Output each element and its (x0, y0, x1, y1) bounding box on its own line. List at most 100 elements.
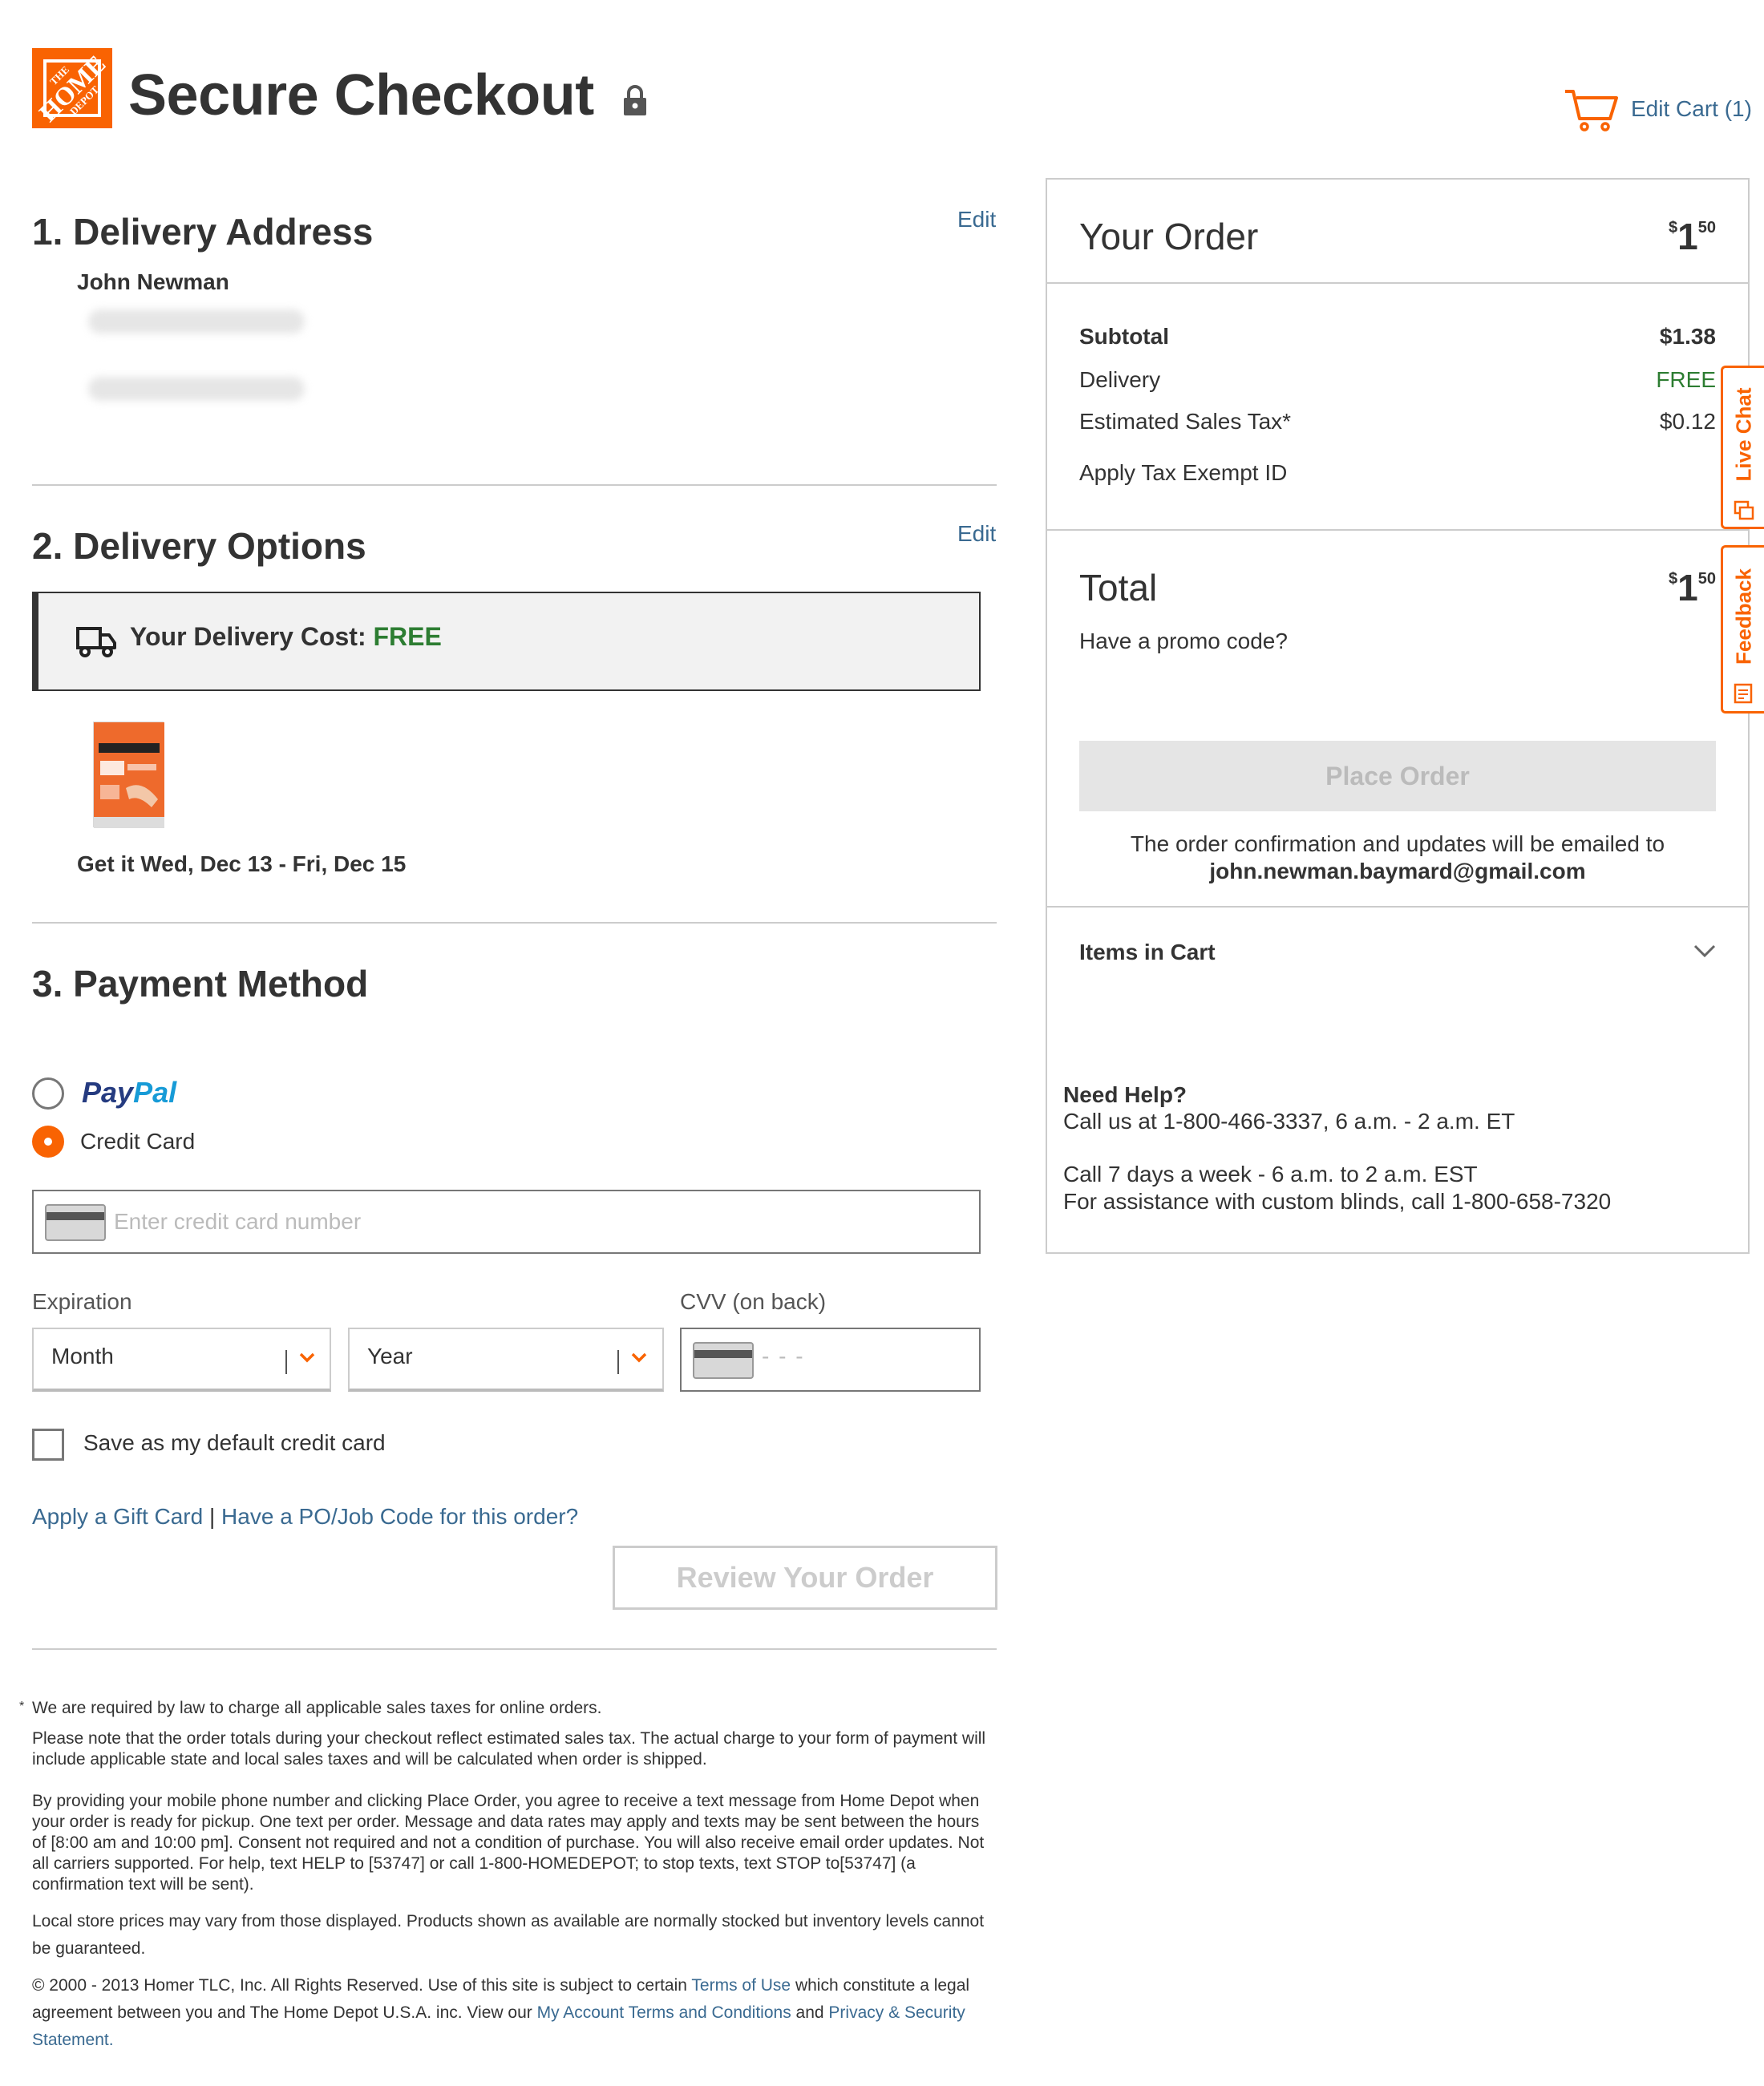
apply-gift-card-link[interactable]: Apply a Gift Card (32, 1504, 203, 1529)
address-line-blurred (88, 309, 305, 334)
po-job-code-link[interactable]: Have a PO/Job Code for this order? (221, 1504, 578, 1529)
price-cents: 50 (1697, 570, 1716, 588)
delivery-label: Delivery (1079, 367, 1161, 392)
payment-extra-links: Apply a Gift Card | Have a PO/Job Code f… (32, 1504, 578, 1530)
edit-cart-label: Edit Cart (1) (1631, 96, 1752, 121)
order-price: $1 50 (1669, 218, 1716, 255)
terms-of-use-link[interactable]: Terms of Use (691, 1976, 791, 1995)
price-currency: $ (1669, 219, 1678, 236)
feedback-form-icon (1734, 683, 1753, 704)
shopping-cart-icon (1565, 90, 1618, 131)
need-help-title: Need Help? (1063, 1082, 1187, 1107)
feedback-label: Feedback (1731, 568, 1755, 665)
paypal-logo: PayPal (82, 1076, 176, 1110)
month-select-value: Month (51, 1344, 114, 1368)
order-summary-panel: Your Order $1 50 Subtotal $1.38 Delivery … (1046, 178, 1750, 1254)
tax-footnote: * We are required by law to charge all a… (19, 1698, 994, 1719)
delivery-cost-box: Your Delivery Cost: FREE (32, 592, 981, 691)
paypal-radio[interactable] (32, 1077, 64, 1110)
address-line-blurred (88, 377, 305, 401)
delivery-value: FREE (1656, 367, 1716, 392)
truck-icon (76, 627, 116, 657)
feedback-tab[interactable]: Feedback (1721, 545, 1764, 714)
tax-footnote-text: We are required by law to charge all app… (32, 1699, 602, 1717)
lock-icon (624, 85, 646, 115)
edit-delivery-link[interactable]: Edit (957, 521, 996, 547)
help-phone-line: Call us at 1-800-466-3337, 6 a.m. - 2 a.… (1063, 1109, 1515, 1134)
review-order-button[interactable]: Review Your Order (613, 1546, 997, 1610)
delivery-address-title: 1. Delivery Address (32, 211, 374, 253)
items-in-cart-toggle[interactable]: Items in Cart (1079, 940, 1216, 965)
chevron-down-icon[interactable] (1692, 941, 1717, 960)
credit-card-icon (45, 1204, 106, 1241)
panel-divider (1047, 282, 1748, 284)
save-default-label: Save as my default credit card (83, 1430, 386, 1455)
product-thumbnail (93, 722, 164, 828)
chevron-down-icon (299, 1352, 315, 1363)
edit-cart-link[interactable]: Edit Cart (1) (1564, 87, 1752, 131)
account-terms-link[interactable]: My Account Terms and Conditions (537, 2003, 791, 2022)
promo-code-link[interactable]: Have a promo code? (1079, 629, 1288, 654)
help-hours-line: Call 7 days a week - 6 a.m. to 2 a.m. ES… (1063, 1162, 1478, 1187)
chevron-down-icon (631, 1352, 647, 1363)
sales-tax-label: Estimated Sales Tax* (1079, 409, 1292, 434)
section-divider (32, 1648, 997, 1650)
delivery-cost-value: FREE (373, 622, 442, 651)
delivery-options-title: 2. Delivery Options (32, 525, 366, 567)
credit-card-placeholder: Enter credit card number (114, 1209, 362, 1234)
credit-card-label: Credit Card (80, 1129, 196, 1154)
cvv-label: CVV (on back) (680, 1289, 827, 1314)
month-select[interactable]: Month (32, 1328, 331, 1392)
sales-tax-value: $0.12 (1659, 409, 1716, 434)
delivery-cost-label: Your Delivery Cost: (130, 622, 366, 651)
price-cents: 50 (1697, 219, 1716, 236)
delivery-cost-text: Your Delivery Cost: FREE (130, 622, 442, 652)
delivery-date: Get it Wed, Dec 13 - Fri, Dec 15 (77, 851, 407, 876)
confirmation-email: john.newman.baymard@gmail.com (1209, 859, 1586, 883)
home-depot-logo[interactable]: THE HOME DEPOT (32, 48, 112, 128)
card-back-icon (693, 1342, 754, 1379)
place-order-button[interactable]: Place Order (1079, 741, 1716, 811)
section-divider (32, 484, 997, 486)
payment-method-title: 3. Payment Method (32, 963, 369, 1005)
copyright-note: © 2000 - 2013 Homer TLC, Inc. All Rights… (32, 1972, 994, 2054)
paypal-pay: Pay (82, 1076, 134, 1109)
edit-address-link[interactable]: Edit (957, 207, 996, 232)
save-default-checkbox[interactable] (32, 1429, 64, 1461)
cvv-input[interactable]: - - - (680, 1328, 981, 1392)
panel-divider (1047, 906, 1748, 908)
help-blinds-line: For assistance with custom blinds, call … (1063, 1189, 1612, 1214)
year-select[interactable]: Year (348, 1328, 664, 1392)
panel-divider (1047, 529, 1748, 531)
price-currency: $ (1669, 570, 1678, 588)
footnote-star: * (19, 1700, 25, 1713)
address-name: John Newman (77, 269, 229, 294)
your-order-title: Your Order (1079, 216, 1259, 257)
copyright-text: and (791, 2003, 829, 2022)
section-divider (32, 922, 997, 924)
local-prices-note: Local store prices may vary from those d… (32, 1912, 985, 1958)
link-separator: | (208, 1504, 216, 1529)
credit-card-radio[interactable] (32, 1126, 64, 1158)
credit-card-number-input[interactable]: Enter credit card number (32, 1190, 981, 1254)
select-separator (285, 1350, 287, 1374)
subtotal-label: Subtotal (1079, 324, 1169, 349)
page-title: Secure Checkout (128, 63, 594, 127)
live-chat-tab[interactable]: Live Chat (1721, 366, 1764, 529)
sms-consent-note: By providing your mobile phone number an… (32, 1792, 985, 1894)
copyright-text: © 2000 - 2013 Homer TLC, Inc. All Rights… (32, 1976, 692, 1995)
paypal-pal: Pal (133, 1076, 177, 1109)
select-separator (617, 1350, 619, 1374)
logo-text: THE HOME DEPOT (32, 48, 112, 128)
product-package-graphic (94, 722, 164, 828)
subtotal-value: $1.38 (1659, 324, 1716, 349)
confirmation-text: The order confirmation and updates will … (1130, 831, 1665, 856)
price-dollars: 1 (1677, 567, 1698, 608)
price-dollars: 1 (1677, 216, 1698, 257)
year-select-value: Year (367, 1344, 413, 1368)
total-label: Total (1079, 567, 1158, 608)
logo-frame: THE HOME DEPOT (33, 49, 111, 127)
cvv-placeholder: - - - (762, 1344, 805, 1368)
apply-tax-exempt-link[interactable]: Apply Tax Exempt ID (1079, 460, 1287, 486)
live-chat-label: Live Chat (1731, 387, 1755, 482)
